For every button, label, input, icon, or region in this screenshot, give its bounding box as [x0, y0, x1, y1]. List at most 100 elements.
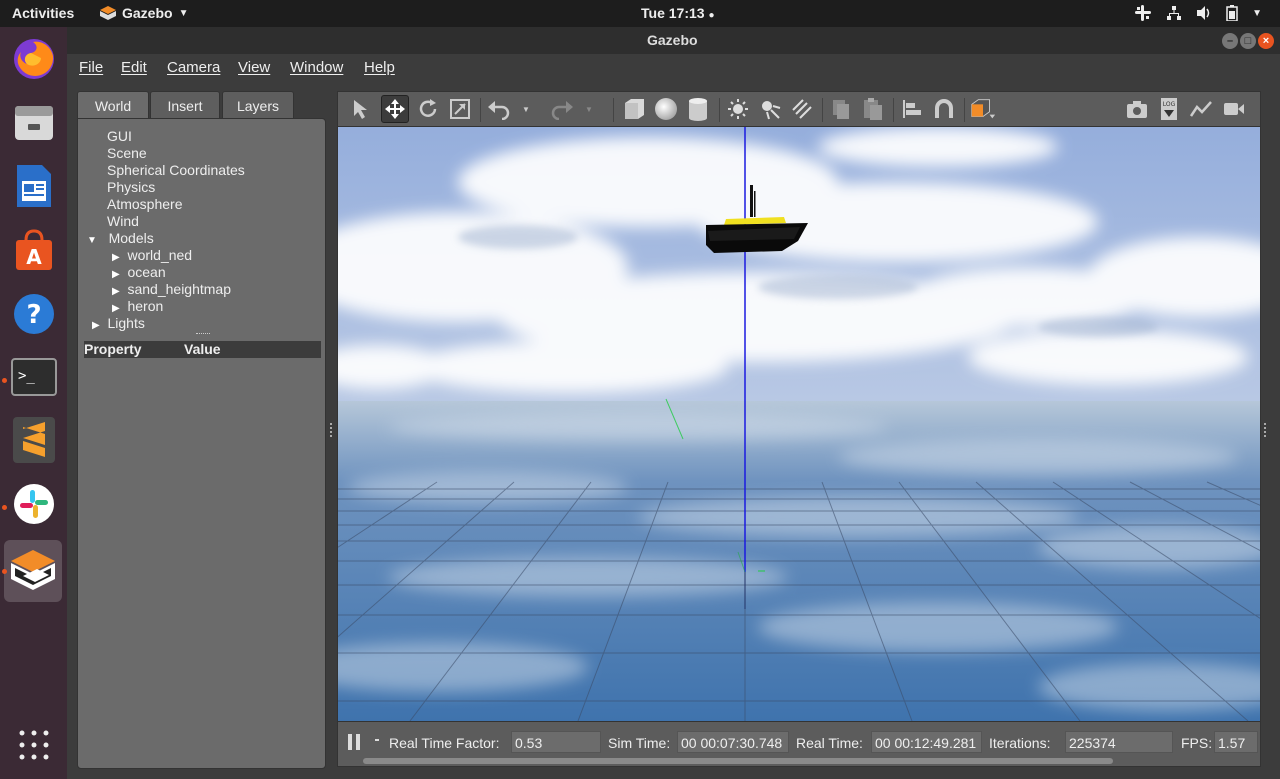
splitter-handle[interactable] — [196, 333, 210, 335]
running-indicator — [2, 569, 7, 574]
left-splitter[interactable] — [330, 423, 333, 437]
log-icon: LOG — [1161, 98, 1177, 120]
toolbar-separator — [613, 98, 614, 122]
app-menu[interactable]: Gazebo ▼ — [100, 5, 188, 21]
plot-button[interactable] — [1187, 95, 1215, 123]
dock-help[interactable]: ? — [6, 286, 62, 342]
collapsed-arrow-icon[interactable]: ▶ — [112, 286, 120, 297]
step-button[interactable] — [375, 739, 379, 741]
tree-item-physics[interactable]: Physics — [107, 179, 155, 195]
toolbar-separator — [964, 98, 965, 122]
undo-icon — [488, 101, 510, 120]
arrow-cursor-icon — [354, 100, 367, 119]
maximize-button[interactable]: □ — [1240, 33, 1256, 49]
property-table-header: Property Value — [84, 341, 321, 358]
menu-bar: File Edit Camera View Window Help — [67, 54, 1280, 82]
tree-item-lights[interactable]: ▶ Lights — [92, 315, 145, 331]
menu-view[interactable]: View — [238, 59, 270, 76]
dock-terminal[interactable]: >_ — [6, 349, 62, 405]
real-time-label: Real Time: — [796, 735, 863, 751]
align-icon — [903, 100, 921, 118]
expanded-arrow-icon[interactable]: ▼ — [87, 235, 97, 246]
undo-button[interactable] — [485, 95, 513, 123]
slack-tray-icon[interactable] — [1134, 4, 1152, 22]
tree-item-model[interactable]: ▶ world_ned — [112, 247, 192, 263]
dock-sublime-text[interactable] — [6, 412, 62, 468]
paste-button[interactable] — [859, 95, 887, 123]
view-angle-button[interactable] — [969, 95, 997, 123]
insert-cylinder-button[interactable] — [684, 95, 712, 123]
status-bar: Real Time Factor: 0.53 Sim Time: 00 00:0… — [337, 721, 1261, 767]
battery-icon[interactable] — [1226, 5, 1238, 21]
tree-item-model[interactable]: ▶ ocean — [112, 264, 166, 280]
dock-software[interactable]: A — [6, 222, 62, 278]
menu-file[interactable]: File — [79, 59, 103, 76]
copy-button[interactable] — [827, 95, 855, 123]
property-column-header[interactable]: Property — [84, 341, 142, 357]
undo-history-dropdown[interactable]: ▼ — [518, 95, 534, 123]
horizontal-scrollbar[interactable] — [363, 758, 1113, 764]
select-mode-button[interactable] — [347, 95, 375, 123]
minimize-button[interactable]: – — [1222, 33, 1238, 49]
tree-item-model[interactable]: ▶ heron — [112, 298, 163, 314]
screenshot-button[interactable] — [1123, 95, 1151, 123]
real-time-value: 00 00:12:49.281 — [871, 731, 982, 753]
right-splitter[interactable] — [1264, 423, 1267, 437]
close-button[interactable]: × — [1258, 33, 1274, 49]
menu-help[interactable]: Help — [364, 59, 395, 76]
dock-libreoffice-writer[interactable] — [6, 158, 62, 214]
menu-edit[interactable]: Edit — [121, 59, 147, 76]
tree-item-wind[interactable]: Wind — [107, 213, 139, 229]
rotate-mode-button[interactable] — [414, 95, 442, 123]
log-button[interactable]: LOG — [1155, 95, 1183, 123]
clock-label: Tue 17:13 — [641, 5, 705, 21]
collapsed-arrow-icon[interactable]: ▶ — [112, 303, 120, 314]
sim-time-value: 00 00:07:30.748 — [677, 731, 789, 753]
point-light-button[interactable] — [724, 95, 752, 123]
tree-item-spherical-coordinates[interactable]: Spherical Coordinates — [107, 162, 245, 178]
scale-mode-button[interactable] — [446, 95, 474, 123]
tree-item-model[interactable]: ▶ sand_heightmap — [112, 281, 231, 297]
snap-button[interactable] — [930, 95, 958, 123]
menu-window[interactable]: Window — [290, 59, 343, 76]
dock-firefox[interactable] — [6, 31, 62, 87]
dock-gazebo[interactable] — [4, 540, 62, 602]
activities-button[interactable]: Activities — [12, 5, 74, 21]
insert-sphere-button[interactable] — [652, 95, 680, 123]
collapsed-arrow-icon[interactable]: ▶ — [112, 252, 120, 263]
collapsed-arrow-icon[interactable]: ▶ — [112, 269, 120, 280]
tab-world[interactable]: World — [77, 91, 149, 119]
pause-button[interactable] — [347, 733, 361, 754]
volume-icon[interactable] — [1196, 5, 1212, 21]
system-tray[interactable]: ▼ — [1134, 4, 1262, 22]
spot-light-button[interactable] — [756, 95, 784, 123]
translate-mode-button[interactable] — [381, 95, 409, 123]
value-column-header[interactable]: Value — [184, 341, 221, 357]
dock-files[interactable] — [6, 94, 62, 150]
sphere-icon — [655, 98, 677, 120]
dock-slack[interactable] — [6, 476, 62, 532]
network-icon[interactable] — [1166, 5, 1182, 21]
menu-camera[interactable]: Camera — [167, 59, 220, 76]
power-menu-chevron-icon[interactable]: ▼ — [1252, 8, 1262, 19]
redo-button[interactable] — [548, 95, 576, 123]
redo-history-dropdown[interactable]: ▼ — [581, 95, 597, 123]
insert-box-button[interactable] — [620, 95, 648, 123]
record-video-button[interactable] — [1220, 95, 1248, 123]
tab-insert[interactable]: Insert — [150, 91, 220, 119]
tree-item-scene[interactable]: Scene — [107, 145, 147, 161]
tree-item-gui[interactable]: GUI — [107, 128, 132, 144]
align-button[interactable] — [898, 95, 926, 123]
clock[interactable]: Tue 17:13 ● — [641, 5, 714, 21]
collapsed-arrow-icon[interactable]: ▶ — [92, 320, 100, 331]
tab-layers[interactable]: Layers — [222, 91, 294, 119]
tree-item-atmosphere[interactable]: Atmosphere — [107, 196, 182, 212]
scene-viewport[interactable] — [337, 127, 1261, 721]
gazebo-icon — [11, 550, 55, 590]
scene-render[interactable] — [338, 127, 1260, 721]
paste-icon — [864, 98, 882, 120]
title-bar[interactable]: Gazebo – □ × — [67, 27, 1280, 54]
tree-item-models[interactable]: ▼ Models — [87, 230, 154, 246]
directional-light-button[interactable] — [788, 95, 816, 123]
show-applications[interactable] — [6, 717, 62, 773]
